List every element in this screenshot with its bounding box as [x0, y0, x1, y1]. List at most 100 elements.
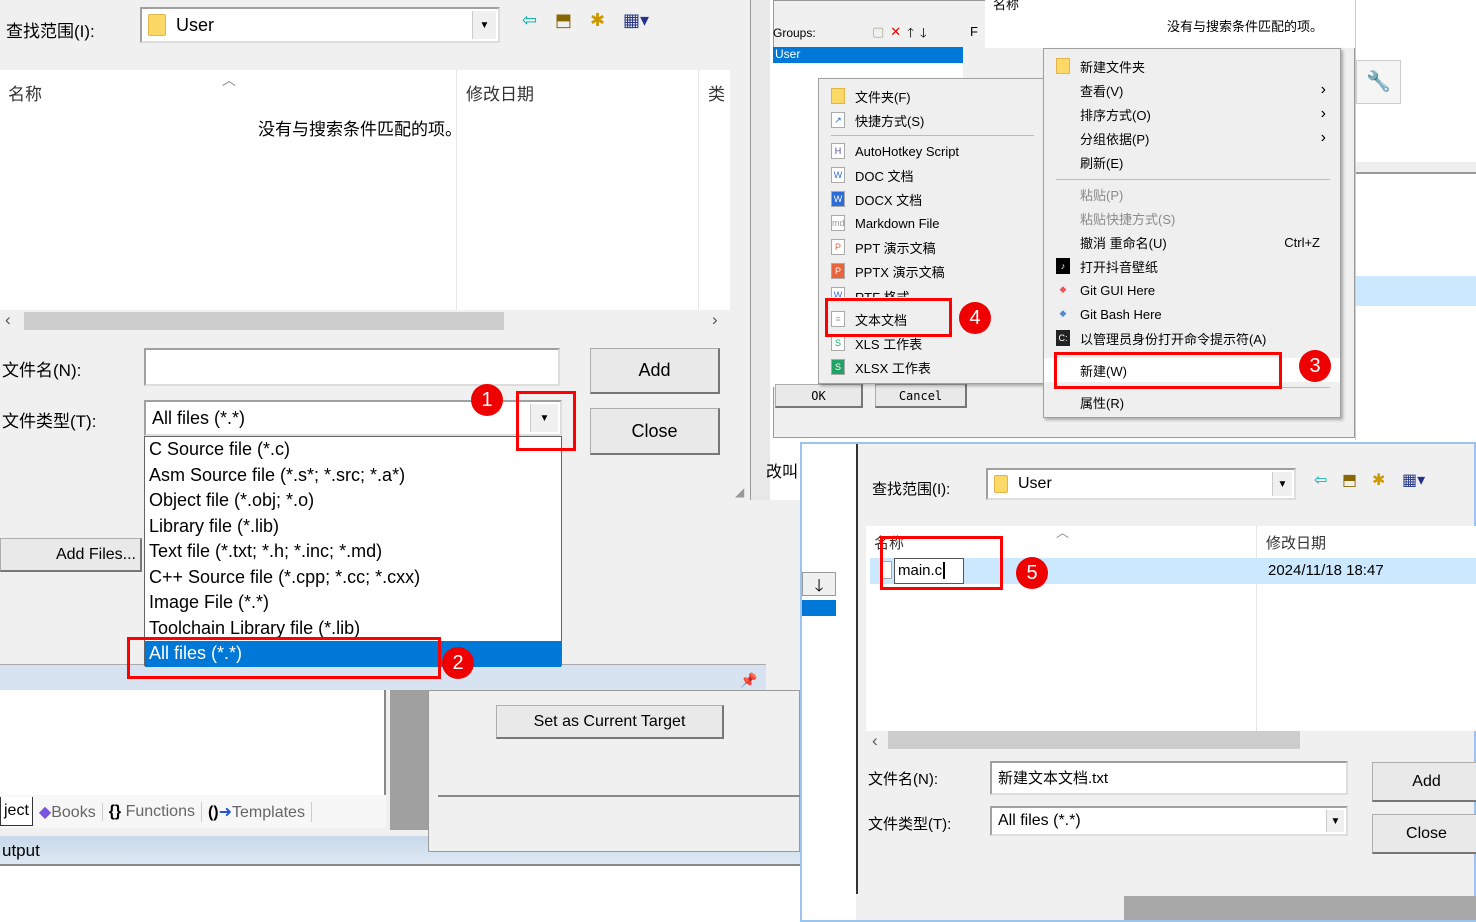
column-type[interactable]: 类: [708, 80, 730, 105]
menu-item-sort-by[interactable]: 排序方式(O) ›: [1044, 102, 1340, 126]
shortcut-icon: ↗: [831, 112, 845, 128]
scroll-left-icon[interactable]: ‹: [872, 731, 878, 751]
menu-item-git-gui[interactable]: ◆ Git GUI Here: [1044, 278, 1340, 302]
ok-button[interactable]: OK: [775, 384, 863, 408]
git-icon: ◆: [1059, 308, 1067, 318]
file-list[interactable]: 名称 ︿ 修改日期 类 没有与搜索条件匹配的项。: [0, 70, 730, 310]
menu-item-refresh[interactable]: 刷新(E): [1044, 150, 1340, 174]
menu-item-autohotkey[interactable]: H AutoHotkey Script: [819, 139, 1044, 163]
option[interactable]: Object file (*.obj; *.o): [145, 488, 561, 514]
ahk-file-icon: H: [831, 143, 845, 159]
tab-books[interactable]: ◆Books: [33, 802, 102, 822]
look-in-combo[interactable]: User ▼: [986, 468, 1296, 500]
groups-toolbar: ▢ ✕ 🡑 🡓: [872, 24, 927, 46]
menu-item-folder[interactable]: 文件夹(F): [819, 84, 1044, 108]
option[interactable]: Asm Source file (*.s*; *.src; *.a*): [145, 463, 561, 489]
scroll-left-icon[interactable]: ‹: [5, 310, 11, 330]
back-icon[interactable]: ⇦: [1314, 470, 1327, 490]
word-icon: W: [831, 191, 845, 207]
delete-icon[interactable]: ✕: [890, 24, 901, 46]
horizontal-scrollbar[interactable]: ‹: [866, 731, 1476, 751]
cmd-icon: C:: [1056, 330, 1070, 346]
new-group-icon[interactable]: ▢: [872, 24, 884, 46]
menu-item-properties[interactable]: 属性(R): [1044, 390, 1340, 414]
close-button[interactable]: Close: [1372, 814, 1476, 854]
resize-grip-icon[interactable]: ◢: [735, 485, 744, 499]
new-submenu: 文件夹(F) ↗ 快捷方式(S) H AutoHotkey Script W DOC …: [818, 78, 1045, 384]
menu-item-paste[interactable]: 粘贴(P): [1044, 182, 1340, 206]
set-current-target-button[interactable]: Set as Current Target: [496, 705, 724, 739]
menu-item-paste-shortcut[interactable]: 粘贴快捷方式(S): [1044, 206, 1340, 230]
up-folder-icon[interactable]: ⬒: [1342, 470, 1357, 490]
scroll-thumb[interactable]: [24, 312, 504, 330]
column-date[interactable]: 修改日期: [1266, 532, 1326, 553]
look-in-combo[interactable]: User ▼: [140, 7, 500, 43]
file-type-dropdown[interactable]: C Source file (*.c) Asm Source file (*.s…: [144, 436, 562, 667]
menu-item-douyin[interactable]: ♪ 打开抖音壁纸: [1044, 254, 1340, 278]
menu-item-new-folder[interactable]: 新建文件夹: [1044, 54, 1340, 78]
add-button[interactable]: Add: [1372, 762, 1476, 802]
move-down-icon[interactable]: 🡓: [920, 24, 927, 46]
menu-item-markdown[interactable]: md Markdown File: [819, 211, 1044, 235]
back-icon[interactable]: ⇦: [522, 10, 537, 31]
chevron-down-icon[interactable]: ▼: [472, 11, 496, 39]
menu-item-docx[interactable]: W DOCX 文档: [819, 187, 1044, 211]
option[interactable]: C++ Source file (*.cpp; *.cc; *.cxx): [145, 565, 561, 591]
chevron-down-icon[interactable]: ▼: [1326, 810, 1344, 832]
column-name[interactable]: 名称: [8, 80, 42, 105]
look-in-label: 查找范围(I):: [6, 22, 95, 41]
tab-templates[interactable]: ()➜Templates: [200, 801, 312, 822]
view-menu-icon[interactable]: ▦▾: [623, 10, 649, 31]
option[interactable]: Image File (*.*): [145, 590, 561, 616]
column-date[interactable]: 修改日期: [466, 80, 534, 105]
option[interactable]: Library file (*.lib): [145, 514, 561, 540]
menu-item-view[interactable]: 查看(V) ›: [1044, 78, 1340, 102]
menu-item-group-by[interactable]: 分组依据(P) ›: [1044, 126, 1340, 150]
add-button[interactable]: Add: [590, 348, 720, 394]
wrench-icon[interactable]: 🔧: [1356, 60, 1401, 104]
file-name-input[interactable]: [144, 348, 560, 386]
option[interactable]: C Source file (*.c): [145, 437, 561, 463]
column-divider: [1256, 526, 1257, 731]
splitter[interactable]: [390, 690, 430, 830]
menu-item-pptx[interactable]: P PPTX 演示文稿: [819, 259, 1044, 283]
chevron-right-icon: ›: [1320, 129, 1326, 146]
menu-item-doc[interactable]: W DOC 文档: [819, 163, 1044, 187]
file-type-combo[interactable]: All files (*.*) ▼: [990, 806, 1348, 836]
pin-icon[interactable]: 📌: [740, 672, 757, 689]
move-up-icon[interactable]: 🡑: [907, 24, 914, 46]
menu-item-admin-cmd[interactable]: C: 以管理员身份打开命令提示符(A): [1044, 326, 1340, 350]
chevron-down-icon[interactable]: ▼: [1272, 472, 1292, 496]
file-name-label: 文件名(N):: [868, 771, 938, 788]
close-button[interactable]: Close: [590, 408, 720, 455]
scroll-thumb[interactable]: [888, 731, 1300, 749]
menu-item-shortcut[interactable]: ↗ 快捷方式(S): [819, 108, 1044, 132]
horizontal-scrollbar[interactable]: ‹ ›: [0, 310, 730, 332]
tab-project[interactable]: ject: [0, 797, 33, 826]
menu-item-ppt[interactable]: P PPT 演示文稿: [819, 235, 1044, 259]
folder-icon: [148, 14, 166, 36]
menu-item-rtf[interactable]: WRTF 格式: [819, 283, 1044, 297]
option[interactable]: Text file (*.txt; *.h; *.inc; *.md): [145, 539, 561, 565]
new-folder-icon[interactable]: ✱: [1372, 470, 1385, 490]
move-down-icon[interactable]: 🡓: [802, 572, 836, 596]
add-files-button[interactable]: Add Files...: [0, 538, 142, 572]
new-folder-icon[interactable]: ✱: [590, 10, 605, 31]
view-menu-icon[interactable]: ▦▾: [1402, 470, 1425, 490]
group-item-user[interactable]: User: [773, 47, 963, 63]
shortcut-text: Ctrl+Z: [1284, 234, 1320, 250]
templates-icon: ()➜: [207, 803, 233, 821]
git-icon: ◆: [1059, 284, 1067, 294]
scroll-right-icon[interactable]: ›: [712, 310, 718, 330]
file-type-label: 文件类型(T):: [868, 816, 952, 833]
menu-item-git-bash[interactable]: ◆ Git Bash Here: [1044, 302, 1340, 326]
up-folder-icon[interactable]: ⬒: [555, 10, 572, 31]
selected-group: [802, 600, 836, 616]
tab-functions[interactable]: {} Functions: [101, 802, 201, 821]
menu-item-undo-rename[interactable]: 撤消 重命名(U) Ctrl+Z: [1044, 230, 1340, 254]
file-name-input[interactable]: 新建文本文档.txt: [990, 761, 1348, 795]
background-window: 🔧: [1355, 0, 1476, 440]
annotation-badge-4: 4: [959, 302, 991, 334]
menu-item-xlsx[interactable]: S XLSX 工作表: [819, 355, 1044, 379]
cancel-button[interactable]: Cancel: [875, 384, 967, 408]
